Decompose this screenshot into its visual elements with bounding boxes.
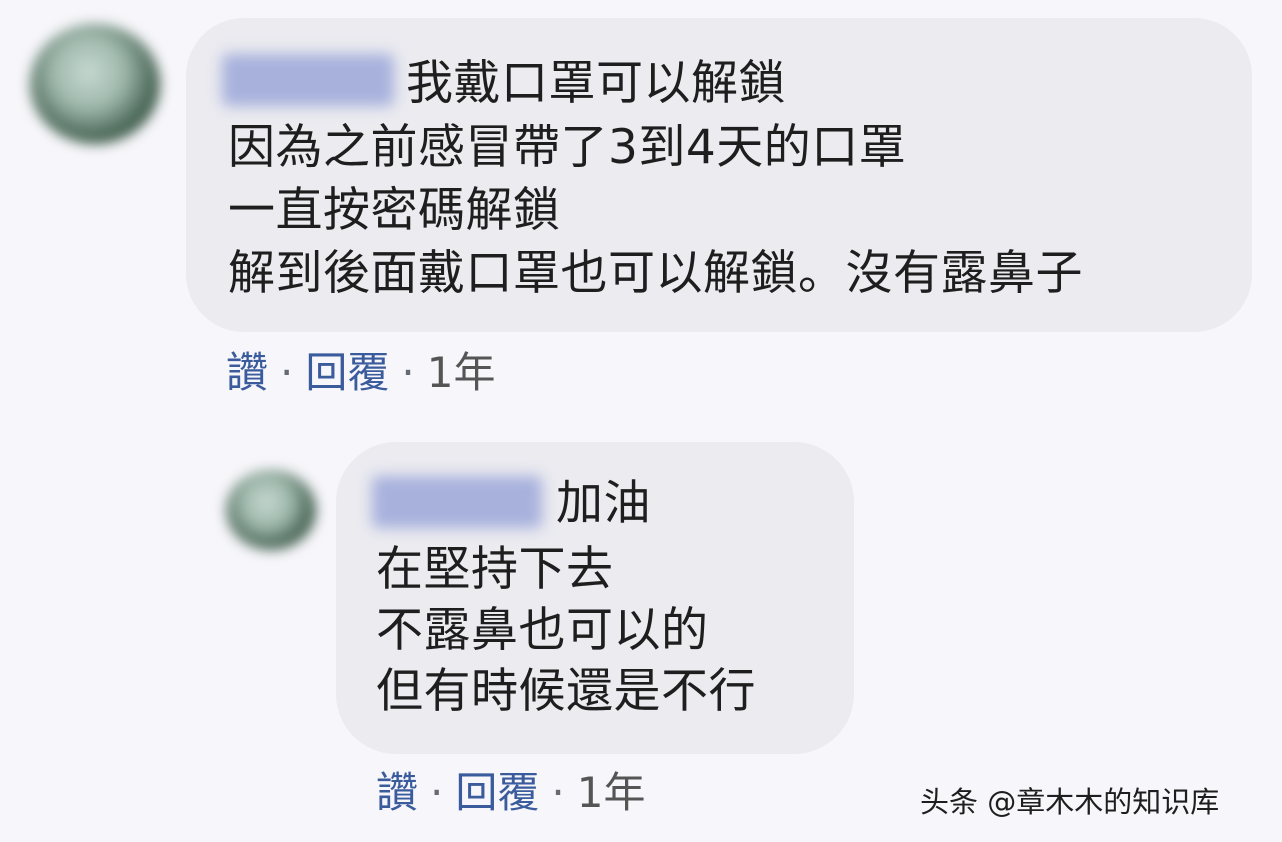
comment-text-line: 在堅持下去 (376, 542, 614, 597)
separator: · (430, 768, 444, 817)
commenter-name-blurred[interactable] (222, 54, 394, 106)
timestamp[interactable]: 1年 (577, 768, 646, 817)
comment-text-line: 但有時候還是不行 (376, 664, 756, 719)
comment-text-line: 解到後面戴口罩也可以解鎖。沒有露鼻子 (228, 246, 1083, 301)
like-button[interactable]: 讚 (376, 768, 418, 817)
timestamp[interactable]: 1年 (427, 348, 496, 397)
comment-actions: 讚 · 回覆 · 1年 (376, 768, 645, 818)
like-button[interactable]: 讚 (226, 348, 268, 397)
avatar[interactable] (30, 24, 160, 144)
separator: · (280, 348, 294, 397)
watermark: 头条 @章木木的知识库 (920, 785, 1220, 819)
comment-actions: 讚 · 回覆 · 1年 (226, 348, 495, 398)
comment-text-line: 加油 (556, 476, 651, 531)
comment-text-line: 我戴口罩可以解鎖 (406, 56, 786, 111)
comment-text-line: 一直按密碼解鎖 (228, 183, 561, 238)
avatar[interactable] (226, 470, 316, 550)
comment-text-line: 不露鼻也可以的 (376, 603, 709, 658)
separator: · (551, 768, 565, 817)
reply-button[interactable]: 回覆 (455, 768, 539, 817)
comment-text-line: 因為之前感冒帶了3到4天的口罩 (228, 120, 907, 175)
comment-thread: 我戴口罩可以解鎖 因為之前感冒帶了3到4天的口罩 一直按密碼解鎖 解到後面戴口罩… (0, 0, 1282, 842)
commenter-name-blurred[interactable] (372, 476, 542, 528)
separator: · (401, 348, 415, 397)
reply-button[interactable]: 回覆 (305, 348, 389, 397)
